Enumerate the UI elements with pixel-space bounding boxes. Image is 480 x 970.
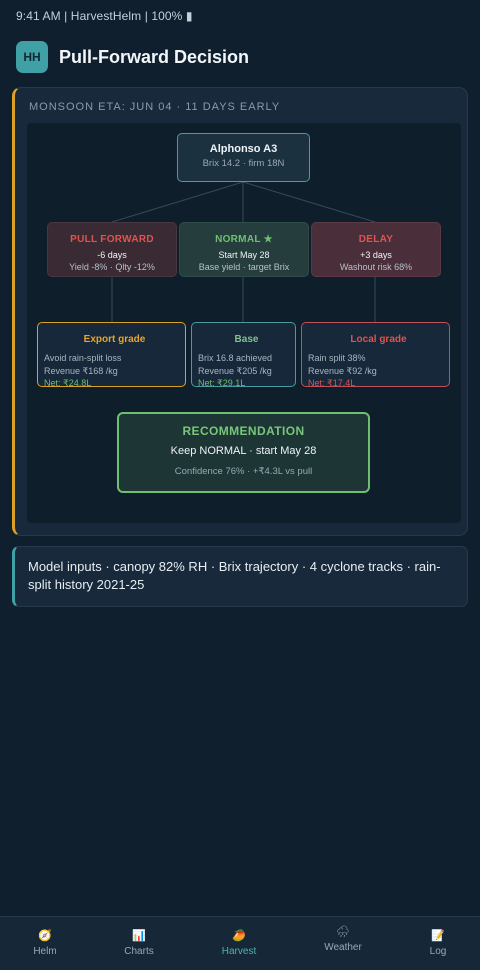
outcome-revenue: Revenue ₹92 /kg: [308, 366, 377, 376]
outcome-title: Local grade: [350, 334, 407, 345]
nav-item-log[interactable]: 📝 Log: [393, 917, 480, 970]
bottom-nav: 🧭 Helm 📊 Charts 🥭 Harvest 🌧 Weather 📝 Lo…: [0, 916, 480, 970]
nav-item-harvest[interactable]: 🥭 Harvest: [194, 917, 284, 970]
option-title: NORMAL ★: [215, 234, 273, 245]
root-node-alphonso: Alphonso A3 Brix 14.2 · firm 18N: [177, 133, 310, 182]
option-delay[interactable]: DELAY +3 days Washout risk 68%: [311, 222, 441, 277]
outcome-title: Base: [234, 334, 259, 345]
recommendation-box: RECOMMENDATION Keep NORMAL · start May 2…: [117, 412, 370, 493]
outcome-local-grade: Local grade Rain split 38% Revenue ₹92 /…: [301, 322, 450, 388]
bar-chart-icon: 📊: [132, 930, 146, 942]
memo-icon: 📝: [431, 930, 445, 942]
outcome-net: Net: ₹17.4L: [308, 378, 356, 388]
option-title: PULL FORWARD: [70, 234, 154, 245]
root-subtitle: Brix 14.2 · firm 18N: [202, 158, 285, 169]
link-root-pull: [111, 181, 244, 223]
monsoon-eta-label: MONSOON ETA: JUN 04 · 11 DAYS EARLY: [29, 101, 281, 113]
page-title: Pull-Forward Decision: [59, 46, 250, 67]
decision-card: MONSOON ETA: JUN 04 · 11 DAYS EARLY Alph…: [12, 87, 468, 536]
nav-label: Charts: [124, 946, 154, 957]
outcome-base: Base Brix 16.8 achieved Revenue ₹205 /kg…: [191, 322, 296, 388]
status-bar: 9:41 AM | HarvestHelm | 100% ▮: [16, 9, 193, 23]
outcome-note: Avoid rain-split loss: [44, 353, 122, 363]
option-timing: +3 days: [360, 250, 392, 260]
recommendation-confidence: Confidence 76% · +₹4.3L vs pull: [174, 466, 313, 477]
nav-label: Weather: [324, 942, 362, 953]
option-title: DELAY: [358, 234, 394, 245]
app-header: HH Pull-Forward Decision: [16, 41, 249, 73]
mango-icon: 🥭: [232, 930, 246, 942]
recommendation-title: RECOMMENDATION: [182, 424, 305, 438]
nav-item-charts[interactable]: 📊 Charts: [94, 917, 184, 970]
app-logo: HH: [16, 41, 48, 73]
option-impact: Yield -8% · Qlty -12%: [69, 262, 155, 272]
outcome-revenue: Revenue ₹168 /kg: [44, 366, 118, 376]
nav-item-weather[interactable]: 🌧 Weather: [298, 917, 388, 970]
option-pull-forward[interactable]: PULL FORWARD -6 days Yield -8% · Qlty -1…: [47, 222, 177, 277]
model-inputs-text: Model inputs · canopy 82% RH · Brix traj…: [28, 559, 441, 592]
nav-label: Helm: [33, 946, 57, 957]
decision-tree-diagram: Alphonso A3 Brix 14.2 · firm 18N PULL FO…: [27, 123, 461, 523]
option-impact: Base yield · target Brix: [198, 262, 290, 272]
option-timing: Start May 28: [218, 250, 270, 260]
outcome-note: Rain split 38%: [308, 353, 366, 363]
option-timing: -6 days: [97, 250, 127, 260]
nav-label: Log: [429, 946, 447, 957]
model-inputs-card: Model inputs · canopy 82% RH · Brix traj…: [12, 546, 468, 607]
link-root-delay: [242, 181, 376, 223]
outcome-revenue: Revenue ₹205 /kg: [198, 366, 272, 376]
nav-label: Harvest: [221, 946, 257, 957]
option-impact: Washout risk 68%: [339, 262, 413, 272]
recommendation-main: Keep NORMAL · start May 28: [170, 445, 317, 457]
nav-item-helm[interactable]: 🧭 Helm: [0, 917, 90, 970]
outcome-net: Net: ₹24.8L: [44, 378, 92, 388]
outcome-title: Export grade: [83, 334, 146, 345]
outcome-net: Net: ₹29.1L: [198, 378, 246, 388]
outcome-note: Brix 16.8 achieved: [198, 353, 273, 363]
rain-cloud-icon: 🌧: [336, 926, 350, 938]
option-normal[interactable]: NORMAL ★ Start May 28 Base yield · targe…: [179, 222, 309, 277]
root-title: Alphonso A3: [209, 143, 278, 155]
outcome-export-grade: Export grade Avoid rain-split loss Reven…: [37, 322, 186, 388]
compass-icon: 🧭: [38, 930, 52, 942]
